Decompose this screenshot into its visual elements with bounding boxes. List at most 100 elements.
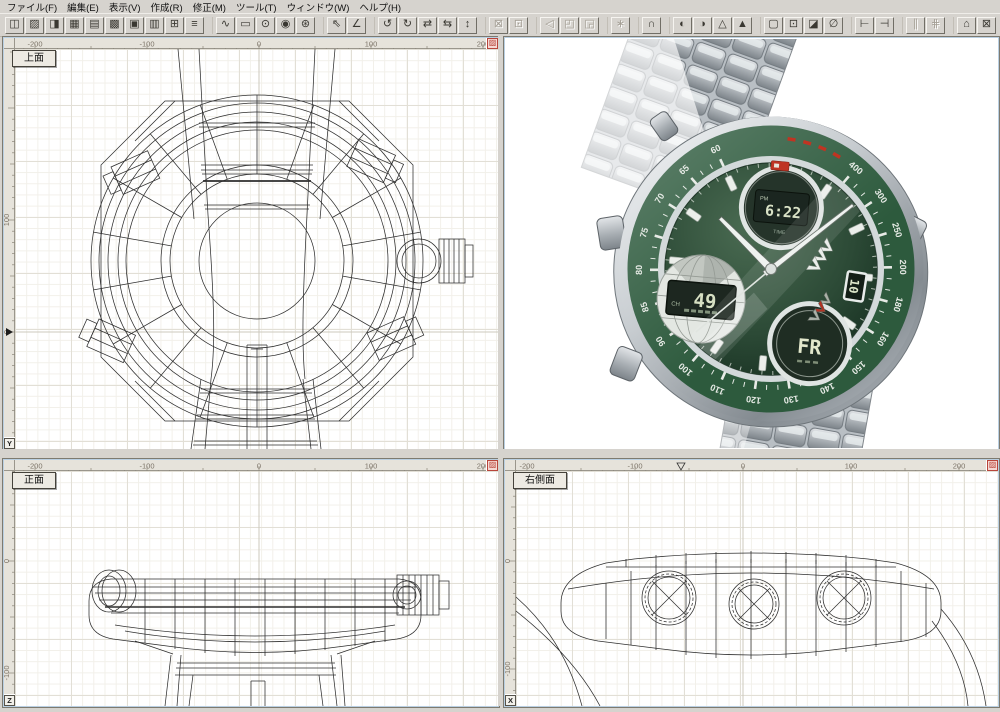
copy-face-button[interactable]: ▢ bbox=[764, 17, 783, 34]
render-window-button[interactable]: ▣ bbox=[125, 17, 144, 34]
modeling-canvas-top[interactable] bbox=[15, 49, 498, 449]
lattice-deform-button[interactable]: ⊡ bbox=[509, 17, 528, 34]
toolbar-group-9: ▢⊡◪∅ bbox=[760, 17, 843, 34]
magnet-tool-button[interactable]: ⇖ bbox=[327, 17, 346, 34]
menu-help[interactable]: ヘルプ(H) bbox=[356, 0, 408, 14]
parallel-b-button[interactable]: ⋕ bbox=[926, 17, 945, 34]
parallel-a-button[interactable]: ∥ bbox=[906, 17, 925, 34]
svg-text:0: 0 bbox=[257, 40, 261, 49]
bend-tool-button[interactable]: ↺ bbox=[378, 17, 397, 34]
boolean-tool-icon: ∅ bbox=[825, 17, 842, 31]
delete-view-button[interactable]: ⊠ bbox=[977, 17, 996, 34]
edit-object-button[interactable]: ▨ bbox=[25, 17, 44, 34]
svg-text:100: 100 bbox=[4, 214, 11, 227]
twist-tool-button[interactable]: ↻ bbox=[398, 17, 417, 34]
svg-text:-100: -100 bbox=[505, 661, 512, 676]
toolbar-group-3: ↺↻⇄⇆↕ bbox=[374, 17, 477, 34]
toolbar-group-4: ⊠⊡ bbox=[485, 17, 528, 34]
render-canvas[interactable]: 4003002502001801601501401301201101009085… bbox=[506, 39, 997, 448]
axis-indicator: Y bbox=[4, 438, 15, 449]
cone-tool-button[interactable]: △ bbox=[713, 17, 732, 34]
viewport-perspective-render: 4003002502001801601501401301201101009085… bbox=[503, 36, 1000, 451]
svg-text:-200: -200 bbox=[27, 40, 42, 49]
menu-tools[interactable]: ツール(T) bbox=[233, 0, 284, 14]
toolbar-group-1: ∿▭⊙◉⊛ bbox=[212, 17, 315, 34]
text-panel-button[interactable]: ▥ bbox=[145, 17, 164, 34]
paste-face-icon: ⊡ bbox=[785, 17, 802, 31]
group-objects-button[interactable]: ◰ bbox=[560, 17, 579, 34]
object-browser-button[interactable]: ≡ bbox=[185, 17, 204, 34]
rendered-watch: 4003002502001801601501401301201101009085… bbox=[506, 39, 997, 448]
toolbar-group-2: ⇖∠ bbox=[323, 17, 366, 34]
home-view-button[interactable]: ⌂ bbox=[957, 17, 976, 34]
sphere-shaded-button[interactable]: ◐ bbox=[673, 17, 692, 34]
viewport-front-view: -200-1000100200 0-100 ▨ Z 正面 bbox=[2, 458, 500, 708]
dome-tool-button[interactable]: ∩ bbox=[642, 17, 661, 34]
join-right-icon: ⊣ bbox=[876, 17, 893, 31]
align-tool-button[interactable]: ◁ bbox=[540, 17, 559, 34]
rectangle-tool-button[interactable]: ▭ bbox=[236, 17, 255, 34]
menu-edit[interactable]: 編集(E) bbox=[64, 0, 106, 14]
shear-tool-button[interactable]: ⇄ bbox=[418, 17, 437, 34]
cone-solid-button[interactable]: ▲ bbox=[733, 17, 752, 34]
texture-editor-button[interactable]: ▩ bbox=[105, 17, 124, 34]
vertical-ruler[interactable]: 0-100 bbox=[505, 471, 516, 694]
dome-tool-icon: ∩ bbox=[643, 17, 660, 31]
screen-mode-icon: ▦ bbox=[66, 17, 83, 31]
wireframe-front-view bbox=[15, 471, 498, 706]
cad-application-window: { "menubar": {"items": [ {"id":"file","l… bbox=[0, 0, 1000, 712]
star-tool-button[interactable]: ⊛ bbox=[296, 17, 315, 34]
horizontal-ruler[interactable]: -200-1000100200 bbox=[516, 460, 986, 471]
curve-tool-button[interactable]: ∿ bbox=[216, 17, 235, 34]
delete-view-icon: ⊠ bbox=[978, 17, 995, 31]
panel-list-button[interactable]: ◫ bbox=[5, 17, 24, 34]
sphere-wire-button[interactable]: ◑ bbox=[693, 17, 712, 34]
paste-face-button[interactable]: ⊡ bbox=[784, 17, 803, 34]
modeling-canvas-front[interactable] bbox=[15, 471, 498, 706]
text-panel-icon: ▥ bbox=[146, 17, 163, 31]
bend-tool-icon: ↺ bbox=[379, 17, 396, 31]
join-left-button[interactable]: ⊢ bbox=[855, 17, 874, 34]
svg-text:-100: -100 bbox=[139, 462, 154, 471]
menu-window[interactable]: ウィンドウ(W) bbox=[284, 0, 357, 14]
material-editor-button[interactable]: ▤ bbox=[85, 17, 104, 34]
save-scene-button[interactable]: ◨ bbox=[45, 17, 64, 34]
disk-tool-button[interactable]: ⊙ bbox=[256, 17, 275, 34]
group-objects-icon: ◰ bbox=[561, 17, 578, 31]
viewport-maximize-button[interactable]: ▨ bbox=[987, 460, 998, 471]
array-copy-button[interactable]: ⊠ bbox=[489, 17, 508, 34]
menu-file[interactable]: ファイル(F) bbox=[4, 0, 64, 14]
sphere-tool-button[interactable]: ◉ bbox=[276, 17, 295, 34]
toolbar-group-6: ∗ bbox=[607, 17, 630, 34]
vertical-ruler[interactable]: 1000 bbox=[4, 49, 15, 437]
modeling-canvas-side[interactable] bbox=[516, 471, 998, 706]
viewport-label: 右側面 bbox=[513, 472, 567, 489]
menu-view[interactable]: 表示(V) bbox=[106, 0, 148, 14]
boolean-tool-button[interactable]: ∅ bbox=[824, 17, 843, 34]
screen-mode-button[interactable]: ▦ bbox=[65, 17, 84, 34]
smooth-tool-button[interactable]: ∗ bbox=[611, 17, 630, 34]
menu-create[interactable]: 作成(R) bbox=[147, 0, 189, 14]
ruler-corner bbox=[4, 38, 15, 49]
splitter-horizontal[interactable] bbox=[0, 449, 1000, 458]
mask-face-button[interactable]: ◪ bbox=[804, 17, 823, 34]
horizontal-ruler[interactable]: -200-1000100200 bbox=[15, 460, 486, 471]
svg-text:200: 200 bbox=[477, 40, 486, 49]
viewport-maximize-button[interactable]: ▨ bbox=[487, 460, 498, 471]
vertical-ruler[interactable]: 0-100 bbox=[4, 471, 15, 694]
menu-modify[interactable]: 修正(M) bbox=[190, 0, 233, 14]
wireframe-side-view bbox=[516, 471, 998, 706]
knife-tool-button[interactable]: ∠ bbox=[347, 17, 366, 34]
ungroup-objects-button[interactable]: ◲ bbox=[580, 17, 599, 34]
splitter-vertical[interactable] bbox=[498, 36, 503, 706]
horizontal-ruler[interactable]: -200-1000100200 bbox=[15, 38, 486, 49]
stretch-tool-button[interactable]: ↕ bbox=[458, 17, 477, 34]
mask-face-icon: ◪ bbox=[805, 17, 822, 31]
magnet-tool-icon: ⇖ bbox=[328, 17, 345, 31]
viewport-maximize-button[interactable]: ▨ bbox=[487, 38, 498, 49]
star-tool-icon: ⊛ bbox=[297, 17, 314, 31]
mirror-tool-button[interactable]: ⇆ bbox=[438, 17, 457, 34]
stretch-tool-icon: ↕ bbox=[459, 17, 476, 31]
grid-settings-button[interactable]: ⊞ bbox=[165, 17, 184, 34]
join-right-button[interactable]: ⊣ bbox=[875, 17, 894, 34]
